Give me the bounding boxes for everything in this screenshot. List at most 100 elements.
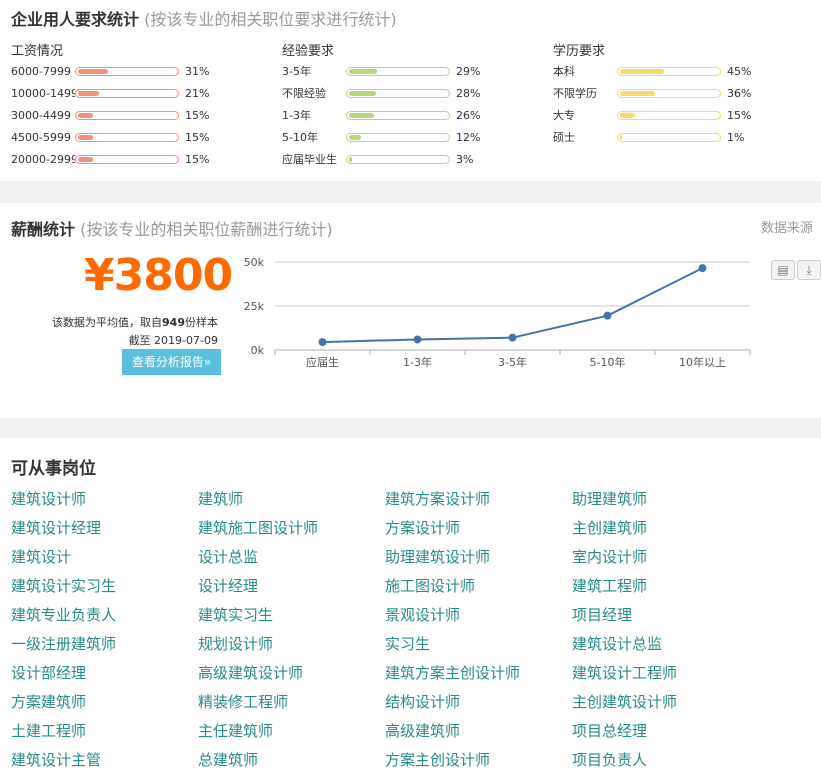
job-link[interactable]: 施工图设计师 [385,575,475,596]
stat-row: 不限经验 28% [282,82,480,104]
job-link[interactable]: 设计经理 [198,575,258,596]
stat-bar [75,132,179,142]
stat-label: 5-10年 [282,131,318,144]
print-button[interactable]: ▤ [771,260,795,280]
job-link[interactable]: 一级注册建筑师 [11,633,116,654]
data-point [603,311,612,320]
salary-header: 薪酬统计 (按该专业的相关职位薪酬进行统计) [11,216,333,240]
y-tick-label: 25k [244,300,265,313]
column-heading: 学历要求 [553,44,606,59]
column-heading: 经验要求 [282,44,335,59]
salary-line-chart: 50k 25k 0k 应届生 1-3年 3-5年 5-10年 10年以上 [244,256,751,369]
stat-bar-fill [78,68,109,74]
job-link[interactable]: 室内设计师 [572,546,647,567]
job-link[interactable]: 项目总经理 [572,720,647,741]
job-link[interactable]: 方案主创设计师 [385,749,490,770]
y-tick-label: 0k [251,344,265,357]
job-link[interactable]: 建筑工程师 [572,575,647,596]
stat-bar [346,88,450,98]
stat-percent: 15% [185,130,210,144]
stat-label: 大专 [553,109,575,122]
stat-row: 6000-7999 31% [11,60,209,82]
job-link[interactable]: 主任建筑师 [198,720,273,741]
job-link[interactable]: 建筑施工图设计师 [198,517,318,538]
stat-percent: 26% [456,108,481,122]
x-tick-label: 3-5年 [498,355,527,369]
job-link[interactable]: 建筑方案主创设计师 [385,662,520,683]
job-link[interactable]: 建筑设计工程师 [572,662,677,683]
job-link[interactable]: 建筑实习生 [198,604,273,625]
stat-percent: 36% [727,86,752,100]
stat-bar-fill [620,134,622,140]
y-tick-label: 50k [244,256,265,269]
stat-row: 10000-1499 21% [11,82,209,104]
stat-label: 本科 [553,65,575,78]
stat-percent: 3% [456,152,474,166]
requirements-header: 企业用人要求统计 (按该专业的相关职位要求进行统计) [11,6,397,30]
job-link[interactable]: 建筑设计经理 [11,517,101,538]
stat-percent: 12% [456,130,481,144]
salary-date: 截至 2019-07-09 [128,334,218,347]
stat-bar-fill [349,134,361,140]
stat-bar [617,66,721,76]
job-link[interactable]: 高级建筑师 [385,720,460,741]
column-heading: 工资情况 [11,44,64,59]
job-link[interactable]: 建筑设计实习生 [11,575,116,596]
stat-percent: 15% [727,108,752,122]
job-link[interactable]: 实习生 [385,633,430,654]
job-link[interactable]: 建筑方案设计师 [385,488,490,509]
job-link[interactable]: 助理建筑设计师 [385,546,490,567]
job-link[interactable]: 建筑设计 [11,546,71,567]
job-link[interactable]: 景观设计师 [385,604,460,625]
x-tick-label: 5-10年 [590,355,626,369]
stat-label: 3-5年 [282,65,311,78]
job-link[interactable]: 规划设计师 [198,633,273,654]
job-link[interactable]: 结构设计师 [385,691,460,712]
salary-title: 薪酬统计 [11,220,76,239]
job-link[interactable]: 方案建筑师 [11,691,86,712]
stat-bar [617,88,721,98]
job-link[interactable]: 建筑师 [198,488,243,509]
job-link[interactable]: 设计部经理 [11,662,86,683]
job-link[interactable]: 建筑专业负责人 [11,604,116,625]
report-button[interactable]: 查看分析报告» [122,349,221,375]
stat-bar [75,154,179,164]
download-button[interactable]: ⤓ [797,260,821,280]
print-icon: ▤ [777,263,789,277]
job-link[interactable]: 主创建筑设计师 [572,691,677,712]
job-link[interactable]: 主创建筑师 [572,517,647,538]
download-icon: ⤓ [806,262,812,277]
stat-label: 6000-7999 [11,64,71,78]
stat-label: 不限学历 [553,87,597,100]
data-point [508,333,517,342]
job-link[interactable]: 方案设计师 [385,517,460,538]
stat-bar-fill [620,112,635,118]
job-link[interactable]: 建筑设计主管 [11,749,101,770]
job-link[interactable]: 精装修工程师 [198,691,288,712]
stat-label: 1-3年 [282,109,311,122]
stat-percent: 45% [727,64,752,78]
job-link[interactable]: 项目负责人 [572,749,647,770]
job-link[interactable]: 建筑设计师 [11,488,86,509]
job-link[interactable]: 设计总监 [198,546,258,567]
stat-row: 硕士 1% [553,126,751,148]
stat-row: 5-10年 12% [282,126,480,148]
job-link[interactable]: 土建工程师 [11,720,86,741]
job-link[interactable]: 项目经理 [572,604,632,625]
stat-bar-fill [78,90,99,96]
requirements-column: 经验要求 3-5年 29% 不限经验 28% 1-3年 26% 5-10年 12% 应届毕业生 3% [282,40,480,170]
job-link[interactable]: 助理建筑师 [572,488,647,509]
stat-row: 应届毕业生 3% [282,148,480,170]
stat-percent: 29% [456,64,481,78]
stat-label: 应届毕业生 [282,153,337,166]
stat-row: 4500-5999 15% [11,126,209,148]
job-link[interactable]: 建筑设计总监 [572,633,662,654]
data-source-link[interactable]: 数据来源 [761,217,813,236]
stat-bar [617,132,721,142]
job-link[interactable]: 高级建筑设计师 [198,662,303,683]
stat-label: 4500-5999 [11,130,71,144]
job-link[interactable]: 总建筑师 [198,749,258,770]
salary-note-prefix: 该数据为平均值，取自 [52,316,163,329]
stat-bar [346,66,450,76]
stat-percent: 15% [185,108,210,122]
